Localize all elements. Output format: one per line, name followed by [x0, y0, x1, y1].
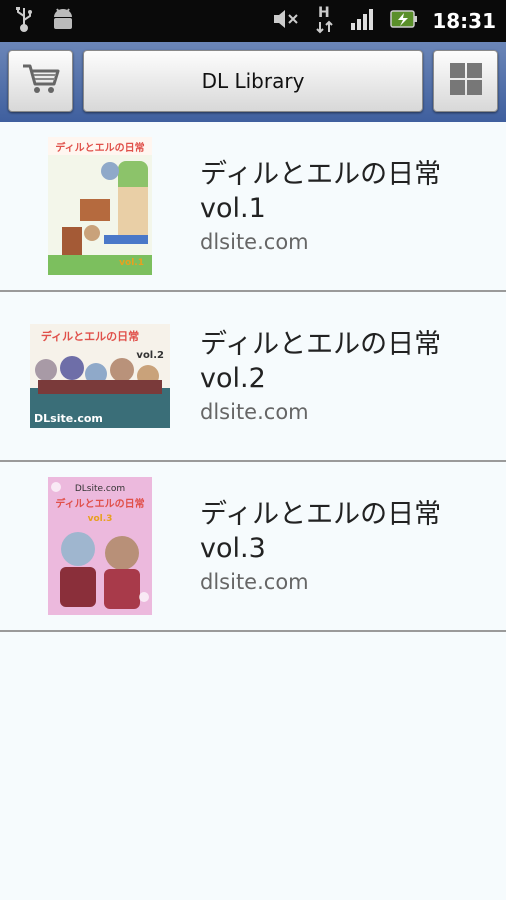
- cover-badge: vol.2: [136, 350, 164, 361]
- cart-button[interactable]: [8, 50, 73, 112]
- list-item-text: ディルとエルの日常 vol.3 dlsite.com: [200, 498, 506, 594]
- cover-footer: DLsite.com: [34, 412, 103, 425]
- item-title: ディルとエルの日常 vol.2: [200, 329, 442, 394]
- cover-thumbnail-wrap: DLsite.com ディルとエルの日常 vol.3: [0, 477, 200, 615]
- cover-badge: vol.1: [119, 258, 144, 268]
- cover-badge: vol.3: [88, 514, 113, 524]
- battery-charging-icon: [390, 8, 418, 34]
- item-subtitle: dlsite.com: [200, 400, 309, 424]
- cover-thumbnail-wrap: ディルとエルの日常 vol.1: [0, 137, 200, 275]
- list-item[interactable]: ディルとエルの日常 vol.1 ディルとエルの日常 vol.1 dlsite.c…: [0, 122, 506, 292]
- svg-text:H: H: [318, 5, 330, 21]
- status-bar-right: H 18:31: [272, 4, 496, 38]
- page-title: DL Library: [201, 69, 305, 93]
- list-item[interactable]: DLsite.com ディルとエルの日常 vol.3 ディルとエルの日常 vol…: [0, 462, 506, 632]
- usb-icon: [14, 6, 34, 36]
- cover-thumbnail: ディルとエルの日常 vol.2 DLsite.com: [30, 324, 170, 428]
- grid-view-icon: [449, 62, 483, 100]
- grid-view-button[interactable]: [433, 50, 498, 112]
- cover-text: ディルとエルの日常: [55, 497, 144, 510]
- android-debug-icon: [50, 7, 76, 35]
- top-toolbar: DL Library: [0, 42, 506, 122]
- item-subtitle: dlsite.com: [200, 230, 309, 254]
- status-bar-left: [14, 6, 76, 36]
- cover-thumbnail: DLsite.com ディルとエルの日常 vol.3: [48, 477, 152, 615]
- cover-text: ディルとエルの日常: [55, 141, 144, 154]
- cover-thumbnail: ディルとエルの日常 vol.1: [48, 137, 152, 275]
- library-list: ディルとエルの日常 vol.1 ディルとエルの日常 vol.1 dlsite.c…: [0, 122, 506, 632]
- mute-icon: [272, 8, 300, 34]
- cover-text: ディルとエルの日常: [41, 329, 139, 343]
- library-title-button[interactable]: DL Library: [83, 50, 423, 112]
- list-item[interactable]: ディルとエルの日常 vol.2 DLsite.com ディルとエルの日常 vol…: [0, 292, 506, 462]
- cart-icon: [21, 62, 61, 100]
- signal-icon: [350, 7, 376, 35]
- cover-thumbnail-wrap: ディルとエルの日常 vol.2 DLsite.com: [0, 324, 200, 428]
- status-bar: H 18:31: [0, 0, 506, 42]
- clock: 18:31: [432, 9, 496, 33]
- hsdpa-icon: H: [314, 4, 336, 38]
- item-title: ディルとエルの日常 vol.1: [200, 159, 442, 224]
- item-subtitle: dlsite.com: [200, 570, 309, 594]
- cover-header: DLsite.com: [75, 484, 125, 494]
- item-title: ディルとエルの日常 vol.3: [200, 499, 442, 564]
- list-item-text: ディルとエルの日常 vol.2 dlsite.com: [200, 328, 506, 424]
- list-item-text: ディルとエルの日常 vol.1 dlsite.com: [200, 158, 506, 254]
